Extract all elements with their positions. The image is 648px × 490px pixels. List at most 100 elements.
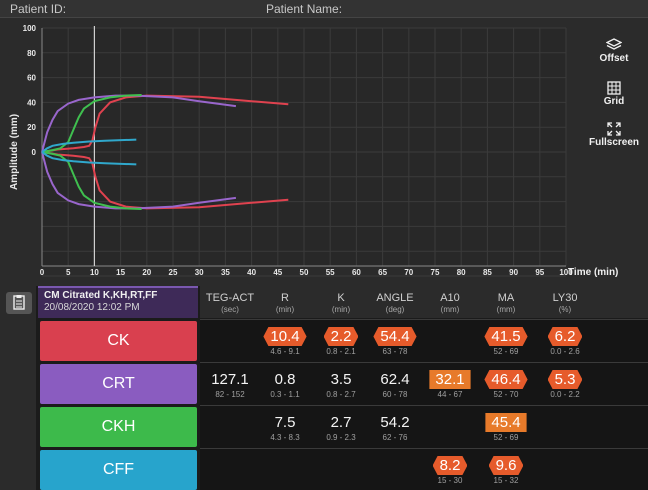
column-unit: (%) <box>558 305 572 314</box>
result-value: 7.5 <box>274 414 296 431</box>
column-unit: (deg) <box>385 305 405 314</box>
column-unit: (min) <box>331 305 351 314</box>
reference-range: 15 - 30 <box>437 476 463 485</box>
result-cell-angle: 62.4 60 - 78 <box>365 370 425 399</box>
x-tick-label: 25 <box>169 268 178 277</box>
result-cell-teg-act: 127.1 82 - 152 <box>200 370 260 399</box>
result-cell-r: 0.8 0.3 - 1.1 <box>255 370 315 399</box>
x-tick-label: 95 <box>535 268 544 277</box>
reference-range: 0.9 - 2.3 <box>326 433 356 442</box>
assay-button-crt[interactable]: CRT <box>40 364 197 404</box>
x-tick-label: 35 <box>221 268 230 277</box>
reference-range: 0.0 - 2.2 <box>550 390 580 399</box>
column-name: ANGLE <box>376 292 414 304</box>
reference-range: 52 - 69 <box>493 433 519 442</box>
x-tick-label: 75 <box>431 268 440 277</box>
flagged-value: 54.4 <box>373 327 416 346</box>
flagged-value: 46.4 <box>484 370 527 389</box>
x-tick-label: 10 <box>90 268 99 277</box>
result-cell-ma: 46.4 52 - 70 <box>476 370 536 399</box>
table-side-column <box>0 286 36 490</box>
y-tick-label: 80 <box>27 49 36 58</box>
column-unit: (mm) <box>496 305 516 314</box>
column-header-k: K (min) <box>311 292 371 314</box>
column-unit: (mm) <box>440 305 460 314</box>
result-cell-ma: 41.5 52 - 69 <box>476 327 536 356</box>
flagged-value: 9.6 <box>489 456 524 475</box>
x-tick-label: 90 <box>509 268 518 277</box>
flagged-value: 45.4 <box>485 413 527 432</box>
y-tick-label: 100 <box>23 24 37 33</box>
x-tick-label: 30 <box>195 268 204 277</box>
reference-range: 15 - 32 <box>493 476 519 485</box>
result-cell-r: 7.5 4.3 - 8.3 <box>255 413 315 442</box>
column-name: TEG-ACT <box>205 292 255 304</box>
result-cell-k: 3.5 0.8 - 2.7 <box>311 370 371 399</box>
result-cell-k: 2.2 0.8 - 2.1 <box>311 327 371 356</box>
reference-range: 0.3 - 1.1 <box>270 390 300 399</box>
reference-range: 0.8 - 2.7 <box>326 390 356 399</box>
result-cell-ma: 45.4 52 - 69 <box>476 413 536 442</box>
offset-button[interactable]: Offset <box>588 38 640 64</box>
flagged-value: 6.2 <box>548 327 583 346</box>
flagged-value: 41.5 <box>484 327 527 346</box>
assay-button-cff[interactable]: CFF <box>40 450 197 490</box>
reference-range: 4.6 - 9.1 <box>270 347 300 356</box>
result-cell-a10: 8.2 15 - 30 <box>420 456 480 485</box>
sample-info-card[interactable]: CM Citrated K,KH,RT,FF 20/08/2020 12:02 … <box>38 286 198 318</box>
column-unit: (sec) <box>221 305 239 314</box>
x-tick-label: 0 <box>40 268 45 277</box>
column-name: R <box>281 292 289 304</box>
column-name: A10 <box>440 292 460 304</box>
offset-label: Offset <box>599 53 629 64</box>
x-tick-label: 70 <box>404 268 413 277</box>
flagged-value: 10.4 <box>263 327 306 346</box>
sample-list-button[interactable] <box>6 292 32 314</box>
reference-range: 44 - 67 <box>437 390 463 399</box>
result-cell-angle: 54.2 62 - 76 <box>365 413 425 442</box>
result-cell-ly30: 6.2 0.0 - 2.6 <box>535 327 595 356</box>
x-tick-label: 40 <box>247 268 256 277</box>
flagged-value: 5.3 <box>548 370 583 389</box>
x-tick-label: 65 <box>378 268 387 277</box>
column-header-teg-act: TEG-ACT (sec) <box>200 292 260 314</box>
y-tick-label: 40 <box>27 98 36 107</box>
column-name: LY30 <box>552 292 578 304</box>
column-name: K <box>337 292 345 304</box>
x-tick-label: 85 <box>483 268 492 277</box>
grid-button[interactable]: Grid <box>588 81 640 107</box>
expand-icon <box>607 122 621 136</box>
result-value: 62.4 <box>380 371 410 388</box>
result-value: 2.7 <box>330 414 352 431</box>
x-tick-label: 60 <box>352 268 361 277</box>
grid-icon <box>607 81 621 95</box>
x-tick-label: 80 <box>457 268 466 277</box>
y-tick-label: 20 <box>27 123 36 132</box>
result-cell-r: 10.4 4.6 - 9.1 <box>255 327 315 356</box>
clipboard-icon <box>13 295 25 310</box>
assay-button-ckh[interactable]: CKH <box>40 407 197 447</box>
result-value: 127.1 <box>211 371 249 388</box>
result-value: 3.5 <box>330 371 352 388</box>
column-header-ma: MA (mm) <box>476 292 536 314</box>
result-cell-k: 2.7 0.9 - 2.3 <box>311 413 371 442</box>
layers-icon <box>606 38 622 50</box>
teg-tracing-chart: 100 80 60 40 20 0 0 5 10 15 20 25 30 35 40 45 50 55 60 65 70… <box>0 18 648 284</box>
x-tick-label: 20 <box>142 268 151 277</box>
result-cell-ma: 9.6 15 - 32 <box>476 456 536 485</box>
result-cell-angle: 54.4 63 - 78 <box>365 327 425 356</box>
x-axis-label: Time (min) <box>568 267 618 278</box>
flagged-value: 32.1 <box>429 370 471 389</box>
column-header-r: R (min) <box>255 292 315 314</box>
reference-range: 52 - 70 <box>493 390 519 399</box>
reference-range: 0.0 - 2.6 <box>550 347 580 356</box>
result-value: 54.2 <box>380 414 410 431</box>
reference-range: 60 - 78 <box>382 390 408 399</box>
fullscreen-button[interactable]: Fullscreen <box>588 122 640 148</box>
y-axis-label: Amplitude (mm) <box>9 114 20 190</box>
flagged-value: 8.2 <box>433 456 468 475</box>
assay-button-ck[interactable]: CK <box>40 321 197 361</box>
reference-range: 4.3 - 8.3 <box>270 433 300 442</box>
x-tick-label: 55 <box>326 268 335 277</box>
column-header-a10: A10 (mm) <box>420 292 480 314</box>
